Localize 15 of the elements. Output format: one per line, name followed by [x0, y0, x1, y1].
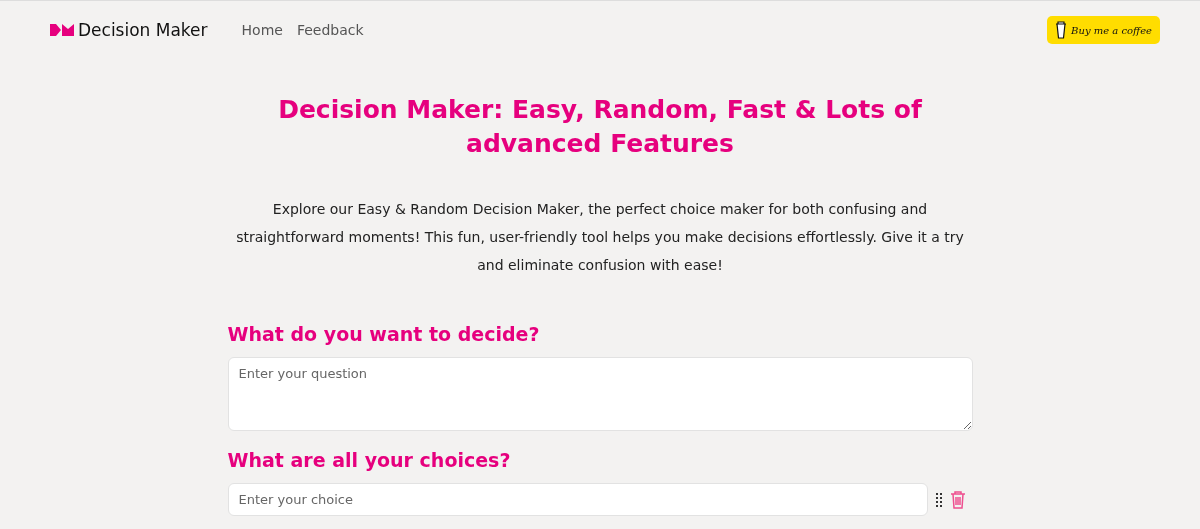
logo-icon: [50, 24, 74, 36]
intro-text: Explore our Easy & Random Decision Maker, the perfect choice maker for both confusing and straightforward moments! This fun, user-friendly tool helps you make decisions effortlessly. Give it a try and eliminate confusion with ease!: [235, 200, 965, 275]
choices-heading: What are all your choices?: [227, 449, 512, 471]
drag-handle-icon[interactable]: [935, 492, 942, 507]
coffee-button[interactable]: Buy me a coffee: [1047, 16, 1160, 44]
brand-name: Decision Maker: [78, 20, 208, 40]
question-field[interactable]: Enter your question: [227, 357, 973, 431]
nav-link[interactable]: Feedback: [296, 22, 364, 38]
cup-icon: [1055, 21, 1068, 39]
choice-field[interactable]: Enter your choice: [227, 483, 928, 516]
trash-icon[interactable]: [949, 490, 966, 509]
brand-link[interactable]: Decision Maker: [50, 20, 208, 40]
question-heading: What do you want to decide?: [227, 323, 541, 345]
nav-link[interactable]: Home: [241, 22, 283, 38]
page-title: Decision Maker: Easy, Random, Fast & Lots of advanced Features: [277, 94, 923, 160]
